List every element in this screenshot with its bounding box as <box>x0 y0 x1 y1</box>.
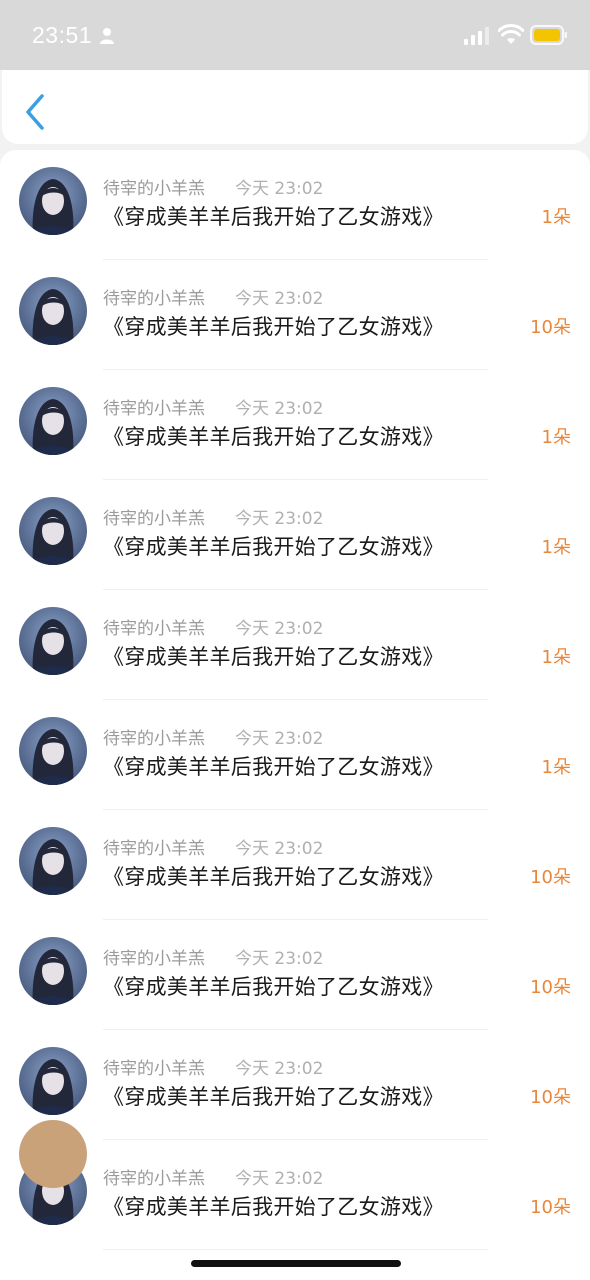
book-title: 《穿成美羊羊后我开始了乙女游戏》 <box>103 755 444 779</box>
username: 待宰的小羊羔 <box>103 619 205 639</box>
battery-icon <box>530 25 568 45</box>
flower-count: 10朵 <box>530 1087 571 1108</box>
flower-count: 10朵 <box>530 867 571 888</box>
flower-count: 1朵 <box>541 207 571 228</box>
back-button[interactable] <box>20 92 50 132</box>
avatar[interactable] <box>19 1047 87 1115</box>
avatar[interactable] <box>19 607 87 675</box>
timestamp: 今天 23:02 <box>235 509 324 529</box>
book-title: 《穿成美羊羊后我开始了乙女游戏》 <box>103 1085 444 1109</box>
list-item[interactable]: 待宰的小羊羔 今天 23:02 《穿成美羊羊后我开始了乙女游戏》 1朵 <box>0 370 590 480</box>
flower-count: 10朵 <box>530 977 571 998</box>
username: 待宰的小羊羔 <box>103 509 205 529</box>
avatar[interactable] <box>19 717 87 785</box>
list-item[interactable]: 待宰的小羊羔 今天 23:02 《穿成美羊羊后我开始了乙女游戏》 1朵 <box>0 150 590 260</box>
book-title: 《穿成美羊羊后我开始了乙女游戏》 <box>103 535 444 559</box>
divider <box>103 1249 488 1250</box>
username: 待宰的小羊羔 <box>103 949 205 969</box>
timestamp: 今天 23:02 <box>235 289 324 309</box>
book-title: 《穿成美羊羊后我开始了乙女游戏》 <box>103 425 444 449</box>
list-item[interactable]: 待宰的小羊羔 今天 23:02 《穿成美羊羊后我开始了乙女游戏》 10朵 <box>0 920 590 1030</box>
book-title: 《穿成美羊羊后我开始了乙女游戏》 <box>103 645 444 669</box>
timestamp: 今天 23:02 <box>235 729 324 749</box>
status-time: 23:51 <box>32 22 93 48</box>
list-item[interactable]: 待宰的小羊羔 今天 23:02 《穿成美羊羊后我开始了乙女游戏》 1朵 <box>0 480 590 590</box>
avatar[interactable] <box>19 937 87 1005</box>
timestamp: 今天 23:02 <box>235 949 324 969</box>
timestamp: 今天 23:02 <box>235 839 324 859</box>
timestamp: 今天 23:02 <box>235 399 324 419</box>
list-item[interactable]: 待宰的小羊羔 今天 23:02 《穿成美羊羊后我开始了乙女游戏》 10朵 <box>0 260 590 370</box>
person-icon <box>99 27 115 45</box>
username: 待宰的小羊羔 <box>103 1059 205 1079</box>
username: 待宰的小羊羔 <box>103 839 205 859</box>
username: 待宰的小羊羔 <box>103 1169 205 1189</box>
timestamp: 今天 23:02 <box>235 179 324 199</box>
username: 待宰的小羊羔 <box>103 179 205 199</box>
flower-count: 10朵 <box>530 317 571 338</box>
list-item[interactable]: 待宰的小羊羔 今天 23:02 《穿成美羊羊后我开始了乙女游戏》 10朵 <box>0 1030 590 1140</box>
flower-count: 1朵 <box>541 537 571 558</box>
list-item[interactable]: 待宰的小羊羔 今天 23:02 《穿成美羊羊后我开始了乙女游戏》 1朵 <box>0 590 590 700</box>
nav-header <box>2 70 588 144</box>
flower-count: 1朵 <box>541 647 571 668</box>
home-indicator <box>191 1260 401 1267</box>
book-title: 《穿成美羊羊后我开始了乙女游戏》 <box>103 865 444 889</box>
timestamp: 今天 23:02 <box>235 1169 324 1189</box>
list-item[interactable]: 待宰的小羊羔 今天 23:02 《穿成美羊羊后我开始了乙女游戏》 1朵 <box>0 700 590 810</box>
chevron-left-icon <box>26 94 44 130</box>
avatar[interactable] <box>19 277 87 345</box>
flower-count: 10朵 <box>530 1197 571 1218</box>
status-bar: 23:51 <box>0 0 590 70</box>
cellular-signal-icon <box>464 27 490 45</box>
list-item[interactable]: 待宰的小羊羔 今天 23:02 《穿成美羊羊后我开始了乙女游戏》 10朵 <box>0 810 590 920</box>
screen: 23:51 待宰的小羊羔 今天 23:02 《穿成美羊羊后我开始了乙女游戏》 1… <box>0 0 590 1280</box>
avatar-partial <box>19 1120 87 1188</box>
username: 待宰的小羊羔 <box>103 289 205 309</box>
avatar[interactable] <box>19 387 87 455</box>
wifi-icon <box>497 24 525 46</box>
avatar[interactable] <box>19 827 87 895</box>
timestamp: 今天 23:02 <box>235 619 324 639</box>
username: 待宰的小羊羔 <box>103 399 205 419</box>
book-title: 《穿成美羊羊后我开始了乙女游戏》 <box>103 205 444 229</box>
record-list: 待宰的小羊羔 今天 23:02 《穿成美羊羊后我开始了乙女游戏》 1朵 待宰的小… <box>0 150 590 1280</box>
book-title: 《穿成美羊羊后我开始了乙女游戏》 <box>103 315 444 339</box>
list-item[interactable]: 待宰的小羊羔 今天 23:02 《穿成美羊羊后我开始了乙女游戏》 10朵 <box>0 1140 590 1250</box>
username: 待宰的小羊羔 <box>103 729 205 749</box>
timestamp: 今天 23:02 <box>235 1059 324 1079</box>
book-title: 《穿成美羊羊后我开始了乙女游戏》 <box>103 975 444 999</box>
flower-count: 1朵 <box>541 757 571 778</box>
flower-count: 1朵 <box>541 427 571 448</box>
book-title: 《穿成美羊羊后我开始了乙女游戏》 <box>103 1195 444 1219</box>
avatar[interactable] <box>19 167 87 235</box>
avatar[interactable] <box>19 497 87 565</box>
